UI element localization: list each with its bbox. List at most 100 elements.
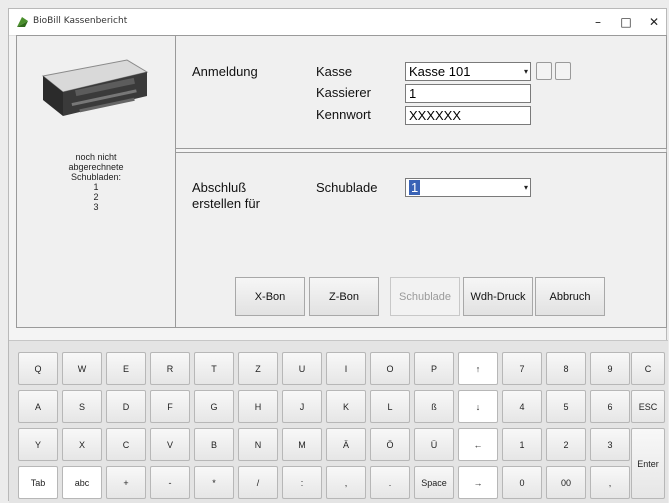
key-escape[interactable]: ESC [631,390,665,423]
cashier-input[interactable]: 1 [405,84,531,103]
key-p[interactable]: P [414,352,454,385]
key-y[interactable]: Y [18,428,58,461]
key-space[interactable]: Space [414,466,454,499]
register-label: Kasse [316,64,353,79]
key-e[interactable]: E [106,352,146,385]
maximize-button[interactable]: □ [612,13,640,31]
key-m[interactable]: M [282,428,322,461]
key-t[interactable]: T [194,352,234,385]
key-slash[interactable]: / [238,466,278,499]
cashier-label: Kassierer [316,85,371,100]
key-7[interactable]: 7 [502,352,542,385]
cash-register-image [41,59,149,116]
key-minus[interactable]: - [150,466,190,499]
drawer-value: 1 [409,180,421,195]
on-screen-keyboard: Q W E R T Z U I O P ↑ 7 8 9 C A S D F G … [9,340,668,503]
key-asterisk[interactable]: * [194,466,234,499]
key-arrow-down[interactable]: ↓ [458,390,498,423]
key-o[interactable]: O [370,352,410,385]
key-2[interactable]: 2 [546,428,586,461]
app-icon [17,17,28,27]
key-w[interactable]: W [62,352,102,385]
login-section-label: Anmeldung [192,64,258,79]
open-drawers-line-3: Schubladen: [70,172,122,182]
drawer-select[interactable]: 1 ▾ [405,178,531,197]
key-c[interactable]: C [106,428,146,461]
login-panel: Anmeldung Kasse Kasse 101 ▾ Kassierer 1 … [175,35,667,149]
x-bon-button[interactable]: X-Bon [235,277,305,316]
wdh-druck-button[interactable]: Wdh-Druck [463,277,533,316]
key-00[interactable]: 00 [546,466,586,499]
open-drawer-1: 1 [93,182,99,192]
key-arrow-up[interactable]: ↑ [458,352,498,385]
schublade-button[interactable]: Schublade [390,277,460,316]
chevron-down-icon: ▾ [523,183,528,192]
left-panel: noch nicht abgerechnete Schubladen: 1 2 … [16,35,176,328]
key-n[interactable]: N [238,428,278,461]
key-decimal-comma[interactable]: , [590,466,630,499]
key-tab[interactable]: Tab [18,466,58,499]
key-comma[interactable]: , [326,466,366,499]
key-v[interactable]: V [150,428,190,461]
key-q[interactable]: Q [18,352,58,385]
key-3[interactable]: 3 [590,428,630,461]
key-u[interactable]: U [282,352,322,385]
key-u-umlaut[interactable]: Ü [414,428,454,461]
key-5[interactable]: 5 [546,390,586,423]
open-drawers-line-1: noch nicht [75,152,117,162]
key-r[interactable]: R [150,352,190,385]
key-x[interactable]: X [62,428,102,461]
password-input[interactable]: XXXXXX [405,106,531,125]
key-abc[interactable]: abc [62,466,102,499]
key-arrow-left[interactable]: ← [458,428,498,461]
key-j[interactable]: J [282,390,322,423]
key-b[interactable]: B [194,428,234,461]
key-a[interactable]: A [18,390,58,423]
key-6[interactable]: 6 [590,390,630,423]
key-4[interactable]: 4 [502,390,542,423]
close-button[interactable]: ✕ [640,13,668,31]
key-enter[interactable]: Enter [631,428,665,499]
key-colon[interactable]: : [282,466,322,499]
key-0[interactable]: 0 [502,466,542,499]
abbruch-button[interactable]: Abbruch [535,277,605,316]
key-g[interactable]: G [194,390,234,423]
closing-section-label-1: Abschluß [192,180,247,195]
key-9[interactable]: 9 [590,352,630,385]
open-drawers-line-2: abgerechnete [68,162,124,172]
window-title: BioBill Kassenbericht [33,16,128,26]
open-drawer-2: 2 [93,192,99,202]
title-bar: BioBill Kassenbericht – □ ✕ [9,9,666,36]
register-select[interactable]: Kasse 101 ▾ [405,62,531,81]
app-window: BioBill Kassenbericht – □ ✕ noch nicht a… [8,8,668,503]
x-bon-label: X-Bon [254,290,286,303]
abbruch-label: Abbruch [549,290,591,303]
closing-section-label-2: erstellen für [192,196,260,211]
key-period[interactable]: . [370,466,410,499]
z-bon-button[interactable]: Z-Bon [309,277,379,316]
key-plus[interactable]: + [106,466,146,499]
key-arrow-right[interactable]: → [458,466,498,499]
key-1[interactable]: 1 [502,428,542,461]
key-s[interactable]: S [62,390,102,423]
register-option-button-1[interactable] [536,62,552,80]
wdh-druck-label: Wdh-Druck [470,290,526,303]
open-drawer-3: 3 [93,202,99,212]
drawer-label: Schublade [316,180,378,195]
key-l[interactable]: L [370,390,410,423]
key-i[interactable]: I [326,352,366,385]
key-o-umlaut[interactable]: Ö [370,428,410,461]
key-z[interactable]: Z [238,352,278,385]
key-a-umlaut[interactable]: Ä [326,428,366,461]
key-clear[interactable]: C [631,352,665,385]
chevron-down-icon: ▾ [523,67,528,76]
key-k[interactable]: K [326,390,366,423]
minimize-button[interactable]: – [584,13,612,31]
register-option-button-2[interactable] [555,62,571,80]
key-8[interactable]: 8 [546,352,586,385]
key-d[interactable]: D [106,390,146,423]
key-f[interactable]: F [150,390,190,423]
key-eszett[interactable]: ß [414,390,454,423]
key-h[interactable]: H [238,390,278,423]
schublade-label: Schublade [399,290,451,303]
